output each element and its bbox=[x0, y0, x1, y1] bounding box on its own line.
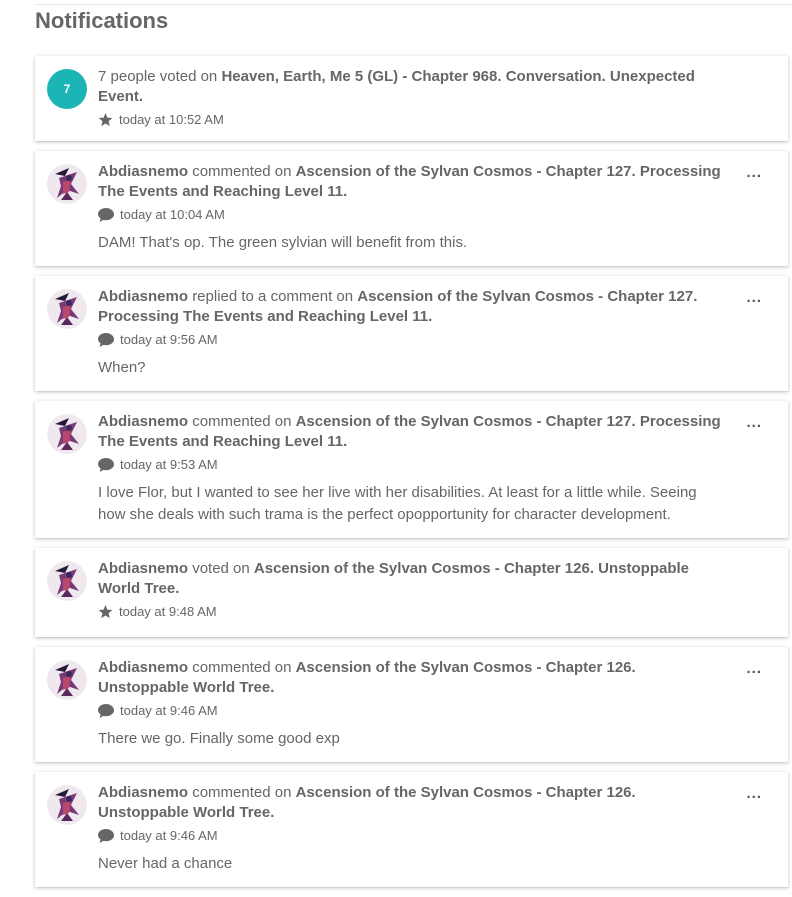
notification-actor-link[interactable]: Abdiasnemo bbox=[98, 288, 188, 305]
notification-meta: today at 9:46 AM bbox=[98, 827, 728, 845]
notification-time: today at 10:04 AM bbox=[120, 207, 225, 222]
comment-icon bbox=[98, 458, 114, 472]
comment-text: Never had a chance bbox=[98, 855, 233, 872]
notification-meta: today at 9:53 AM bbox=[98, 456, 728, 474]
avatar[interactable] bbox=[47, 660, 87, 700]
notification-action: commented on bbox=[192, 413, 292, 430]
notification-card[interactable]: Abdiasnemo voted on Ascension of the Syl… bbox=[35, 548, 788, 637]
more-options-button[interactable]: ... bbox=[746, 661, 762, 676]
star-icon bbox=[98, 113, 113, 127]
vote-count-badge: 7 bbox=[47, 69, 87, 109]
notification-headline: Abdiasnemo voted on Ascension of the Syl… bbox=[98, 559, 728, 599]
avatar[interactable] bbox=[47, 785, 87, 825]
notification-card[interactable]: Abdiasnemo commented on Ascension of the… bbox=[35, 647, 788, 762]
notification-card[interactable]: Abdiasnemo replied to a comment on Ascen… bbox=[35, 276, 788, 391]
comment-icon bbox=[98, 208, 114, 222]
notification-headline: Abdiasnemo commented on Ascension of the… bbox=[98, 783, 728, 823]
notification-action: commented on bbox=[192, 163, 292, 180]
notification-meta: today at 10:04 AM bbox=[98, 206, 728, 224]
notification-time: today at 10:52 AM bbox=[119, 112, 224, 127]
notification-meta: today at 9:48 AM bbox=[98, 603, 728, 621]
avatar[interactable] bbox=[47, 414, 87, 454]
top-divider bbox=[35, 4, 792, 5]
notification-action: commented on bbox=[192, 784, 292, 801]
notification-headline: Abdiasnemo commented on Ascension of the… bbox=[98, 658, 728, 698]
notification-target-link[interactable]: Ascension of the Sylvan Cosmos - Chapter… bbox=[98, 288, 697, 325]
comment-text: I love Flor, but I wanted to see her liv… bbox=[98, 484, 697, 523]
notification-action: voted on bbox=[192, 560, 250, 577]
comment-icon bbox=[98, 829, 114, 843]
notification-time: today at 9:48 AM bbox=[119, 604, 217, 619]
more-options-button[interactable]: ... bbox=[746, 415, 762, 430]
notification-meta: today at 9:56 AM bbox=[98, 331, 728, 349]
avatar[interactable] bbox=[47, 561, 87, 601]
notification-meta: today at 10:52 AM bbox=[98, 111, 728, 129]
notification-time: today at 9:56 AM bbox=[120, 332, 218, 347]
comment-text: There we go. Finally some good exp bbox=[98, 730, 340, 747]
page-title: Notifications bbox=[35, 8, 169, 33]
notification-meta: today at 9:46 AM bbox=[98, 702, 728, 720]
notification-action: commented on bbox=[192, 659, 292, 676]
notification-actor-link[interactable]: Abdiasnemo bbox=[98, 413, 188, 430]
notification-action: replied to a comment on bbox=[192, 288, 354, 305]
notification-card[interactable]: Abdiasnemo commented on Ascension of the… bbox=[35, 151, 788, 266]
more-options-button[interactable]: ... bbox=[746, 165, 762, 180]
notification-time: today at 9:53 AM bbox=[120, 457, 218, 472]
more-options-button[interactable]: ... bbox=[746, 290, 762, 305]
comment-icon bbox=[98, 333, 114, 347]
star-icon bbox=[98, 605, 113, 619]
notification-time: today at 9:46 AM bbox=[120, 828, 218, 843]
notification-card[interactable]: Abdiasnemo commented on Ascension of the… bbox=[35, 401, 788, 538]
notification-actor-link[interactable]: Abdiasnemo bbox=[98, 784, 188, 801]
notification-actor-link[interactable]: Abdiasnemo bbox=[98, 560, 188, 577]
comment-text: When? bbox=[98, 359, 146, 376]
notification-time: today at 9:46 AM bbox=[120, 703, 218, 718]
more-options-button[interactable]: ... bbox=[746, 786, 762, 801]
notification-list: 7 7 people voted on Heaven, Earth, Me 5 … bbox=[35, 56, 788, 897]
comment-icon bbox=[98, 704, 114, 718]
notification-card[interactable]: 7 7 people voted on Heaven, Earth, Me 5 … bbox=[35, 56, 788, 141]
notification-actor-link[interactable]: Abdiasnemo bbox=[98, 659, 188, 676]
notification-action: 7 people voted on bbox=[98, 68, 218, 85]
comment-text: DAM! That's op. The green sylvian will b… bbox=[98, 234, 468, 251]
avatar[interactable] bbox=[47, 289, 87, 329]
notification-headline: 7 people voted on Heaven, Earth, Me 5 (G… bbox=[98, 67, 728, 107]
notification-card[interactable]: Abdiasnemo commented on Ascension of the… bbox=[35, 772, 788, 887]
avatar[interactable] bbox=[47, 164, 87, 204]
notification-headline: Abdiasnemo commented on Ascension of the… bbox=[98, 412, 728, 452]
notification-headline: Abdiasnemo commented on Ascension of the… bbox=[98, 162, 728, 202]
notification-headline: Abdiasnemo replied to a comment on Ascen… bbox=[98, 287, 728, 327]
notification-actor-link[interactable]: Abdiasnemo bbox=[98, 163, 188, 180]
